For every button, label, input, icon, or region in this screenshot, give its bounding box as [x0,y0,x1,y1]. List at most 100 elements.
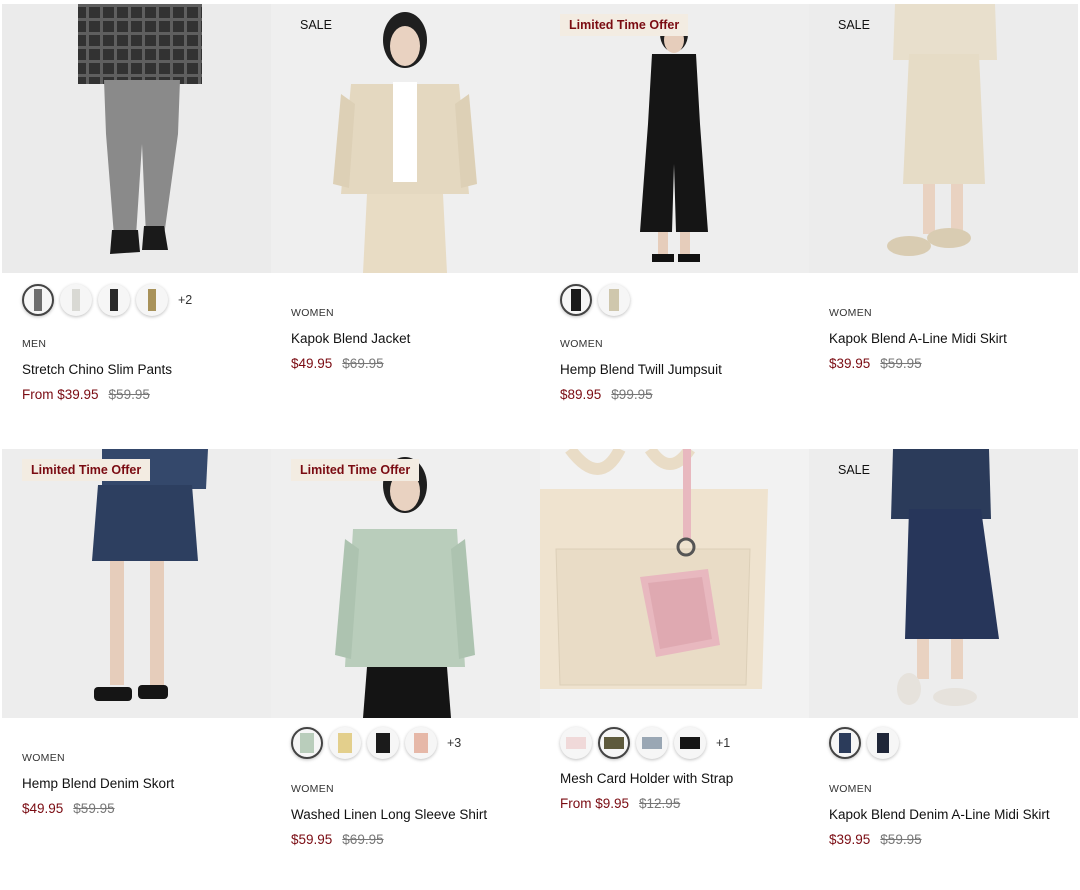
product-prices: $49.95 $69.95 [291,356,531,371]
sale-price: From $39.95 [22,387,99,402]
color-swatches [560,284,630,316]
product-photo-linen-shirt [271,449,540,718]
product-info: WOMEN Kapok Blend A-Line Midi Skirt $39.… [829,307,1069,371]
color-swatches: +3 [291,727,461,759]
limited-time-offer-badge: Limited Time Offer [22,459,151,481]
product-category: WOMEN [829,307,872,319]
product-card-mesh-card-holder: +1 Mesh Card Holder with Strap From $9.9… [540,449,809,811]
product-card-kapok-blend-denim-a-line-midi-skirt: SALE WOMEN Kapok Blend Denim A-Line Midi… [809,449,1078,847]
product-card-stretch-chino-slim-pants: +2 MEN Stretch Chino Slim Pants From $39… [2,4,271,402]
sale-badge: SALE [838,463,870,477]
product-prices: $89.95 $99.95 [560,387,800,402]
product-prices: From $9.95 $12.95 [560,796,800,811]
product-name[interactable]: Kapok Blend A-Line Midi Skirt [829,331,1069,346]
product-info: MEN Stretch Chino Slim Pants From $39.95… [22,338,262,402]
product-prices: $39.95 $59.95 [829,356,1069,371]
product-photo-midi-skirt [809,4,1078,273]
sale-price: $59.95 [291,832,333,847]
product-name[interactable]: Stretch Chino Slim Pants [22,362,262,377]
product-name[interactable]: Kapok Blend Denim A-Line Midi Skirt [829,807,1069,822]
sale-price: $49.95 [291,356,333,371]
sale-badge: SALE [300,18,332,32]
product-photo-denim-skort [2,449,271,718]
more-colors-link[interactable]: +3 [447,736,461,750]
product-category: MEN [22,338,47,350]
original-price: $59.95 [880,832,922,847]
product-card-washed-linen-long-sleeve-shirt: Limited Time Offer +3 WOMEN Washed Linen… [271,449,540,847]
product-image[interactable] [2,4,271,273]
swatch-gray[interactable] [22,284,54,316]
product-photo-card-holder [540,449,809,718]
product-name[interactable]: Mesh Card Holder with Strap [560,771,800,786]
original-price: $69.95 [342,356,384,371]
swatch-black[interactable] [367,727,399,759]
sale-price: $49.95 [22,801,64,816]
product-image[interactable]: SALE [809,449,1078,718]
limited-time-offer-badge: Limited Time Offer [291,459,420,481]
product-info: Mesh Card Holder with Strap From $9.95 $1… [560,759,800,811]
swatch-blue-gray[interactable] [636,727,668,759]
product-image[interactable]: Limited Time Offer [2,449,271,718]
sale-badge: SALE [838,18,870,32]
product-photo-kapok-jacket [271,4,540,273]
product-image[interactable]: Limited Time Offer [540,4,809,273]
product-card-kapok-blend-jacket: SALE WOMEN Kapok Blend Jacket $49.95 $69.… [271,4,540,371]
original-price: $59.95 [73,801,115,816]
product-image[interactable]: SALE [809,4,1078,273]
product-category: WOMEN [291,307,334,319]
product-info: WOMEN Hemp Blend Twill Jumpsuit $89.95 $9… [560,338,800,402]
product-prices: $49.95 $59.95 [22,801,262,816]
swatch-light[interactable] [60,284,92,316]
product-info: WOMEN Kapok Blend Jacket $49.95 $69.95 [291,307,531,371]
product-category: WOMEN [291,783,334,795]
swatch-green[interactable] [291,727,323,759]
original-price: $12.95 [639,796,681,811]
swatch-black[interactable] [674,727,706,759]
product-info: WOMEN Kapok Blend Denim A-Line Midi Skir… [829,783,1069,847]
product-photo-jumpsuit [540,4,809,273]
product-name[interactable]: Kapok Blend Jacket [291,331,531,346]
product-category: WOMEN [22,752,65,764]
product-photo-chino-pants [2,4,271,273]
product-card-hemp-blend-twill-jumpsuit: Limited Time Offer WOMEN Hemp Blend Twil… [540,4,809,402]
swatch-pink[interactable] [405,727,437,759]
swatch-black[interactable] [98,284,130,316]
color-swatches: +2 [22,284,192,316]
product-name[interactable]: Hemp Blend Twill Jumpsuit [560,362,800,377]
limited-time-offer-badge: Limited Time Offer [560,14,689,36]
product-photo-denim-midi-skirt [809,449,1078,718]
product-prices: $59.95 $69.95 [291,832,531,847]
swatch-dark-navy[interactable] [867,727,899,759]
sale-price: $39.95 [829,356,871,371]
sale-price: $89.95 [560,387,602,402]
product-card-kapok-blend-a-line-midi-skirt: SALE WOMEN Kapok Blend A-Line Midi Skirt… [809,4,1078,371]
original-price: $59.95 [108,387,150,402]
product-category: WOMEN [560,338,603,350]
swatch-pink[interactable] [560,727,592,759]
swatch-black[interactable] [560,284,592,316]
swatch-yellow[interactable] [329,727,361,759]
original-price: $59.95 [880,356,922,371]
swatch-olive[interactable] [598,727,630,759]
product-image[interactable]: Limited Time Offer [271,449,540,718]
product-prices: $39.95 $59.95 [829,832,1069,847]
product-image[interactable]: SALE [271,4,540,273]
color-swatches: +1 [560,727,730,759]
product-name[interactable]: Hemp Blend Denim Skort [22,776,262,791]
product-category: WOMEN [829,783,872,795]
product-info: WOMEN Hemp Blend Denim Skort $49.95 $59.9… [22,752,262,816]
more-colors-link[interactable]: +2 [178,293,192,307]
product-prices: From $39.95 $59.95 [22,387,262,402]
sale-price: From $9.95 [560,796,630,811]
swatch-khaki[interactable] [136,284,168,316]
original-price: $69.95 [342,832,384,847]
original-price: $99.95 [611,387,653,402]
color-swatches [829,727,899,759]
more-colors-link[interactable]: +1 [716,736,730,750]
product-card-hemp-blend-denim-skort: Limited Time Offer WOMEN Hemp Blend Deni… [2,449,271,816]
product-info: WOMEN Washed Linen Long Sleeve Shirt $59… [291,783,531,847]
product-name[interactable]: Washed Linen Long Sleeve Shirt [291,807,531,822]
swatch-denim[interactable] [829,727,861,759]
product-image[interactable] [540,449,809,718]
swatch-beige[interactable] [598,284,630,316]
